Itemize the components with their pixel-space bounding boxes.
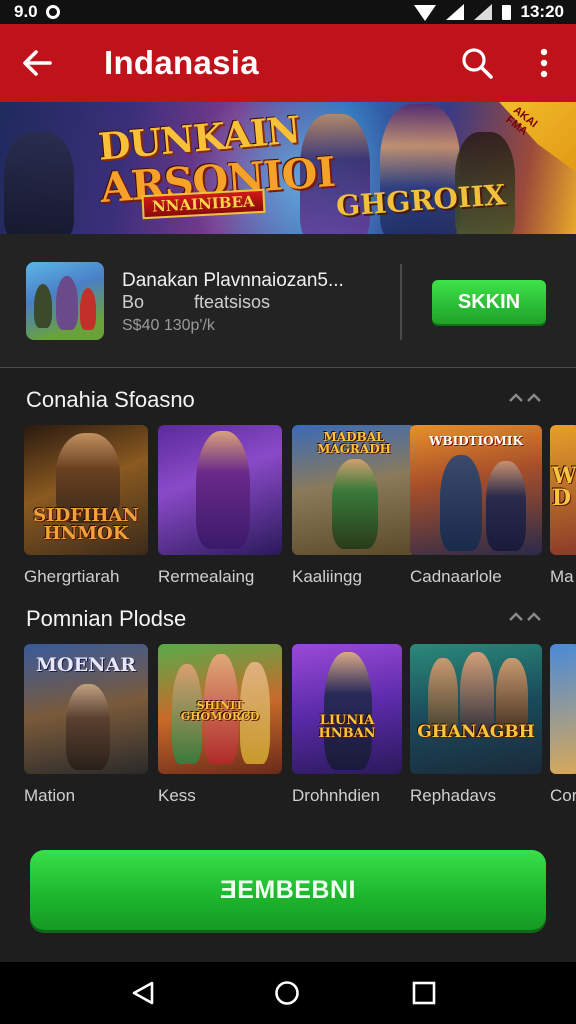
app-card-art: LIUNIA HNBAN bbox=[292, 644, 402, 774]
thumb-figure bbox=[80, 288, 96, 330]
app-card-label: Cadnaarlole bbox=[410, 567, 502, 586]
install-button[interactable]: SKKIN bbox=[432, 280, 546, 324]
thumb-figure bbox=[34, 284, 52, 328]
app-card-label: Mation bbox=[24, 786, 76, 805]
card-logo-text: LIUNIA HNBAN bbox=[318, 713, 376, 741]
app-card-label: Cor bbox=[550, 786, 576, 805]
divider bbox=[400, 264, 402, 340]
app-row: SIDFIHAN HNMOK Ghergrtiarah Rermealaing … bbox=[24, 425, 576, 605]
app-card[interactable]: WBIDTIOMIK Cadnaarlole bbox=[410, 425, 542, 587]
featured-app-thumbnail[interactable] bbox=[26, 262, 104, 340]
app-card-art bbox=[550, 644, 576, 774]
app-card-art: SIDFIHAN HNMOK bbox=[24, 425, 148, 555]
app-card-label: Kess bbox=[158, 786, 196, 805]
page-title: Indanasia bbox=[104, 44, 259, 81]
app-card-label: Kaaliingg bbox=[292, 567, 362, 586]
card-figure bbox=[440, 455, 482, 551]
featured-app-meta: S$40 130p'/k bbox=[122, 317, 215, 334]
app-card-label: Rermealaing bbox=[158, 567, 255, 586]
section-more-icon[interactable] bbox=[508, 608, 542, 628]
back-arrow-icon[interactable] bbox=[20, 46, 54, 80]
app-row: MOENAR Mation SHINIT GHOMORCD Kess LIUNI… bbox=[24, 644, 576, 824]
status-right: 13:20 bbox=[413, 2, 564, 22]
app-card[interactable]: Cor bbox=[550, 644, 576, 806]
card-logo-text: MOENAR bbox=[36, 654, 136, 676]
app-card-art: GHANAGBH bbox=[410, 644, 542, 774]
app-card-art: MADBAL MAGRADH bbox=[292, 425, 416, 555]
app-card[interactable]: LIUNIA HNBAN Drohnhdien bbox=[292, 644, 416, 806]
card-logo-text: WBIDTIOMIK bbox=[429, 434, 523, 448]
app-card[interactable]: MADBAL MAGRADH Kaaliingg bbox=[292, 425, 416, 587]
app-card-art: SHINIT GHOMORCD bbox=[158, 644, 282, 774]
section-title: Pomnian Plodse bbox=[26, 606, 187, 631]
card-figure bbox=[196, 431, 250, 549]
nav-recent-icon[interactable] bbox=[412, 981, 436, 1005]
card-logo-text: MADBAL MAGRADH bbox=[317, 430, 391, 456]
app-card[interactable]: MOENAR Mation bbox=[24, 644, 148, 806]
app-card-label: Rephadavs bbox=[410, 786, 497, 805]
app-card-art: MOENAR bbox=[24, 644, 148, 774]
app-card-label: Ghergrtiarah bbox=[24, 567, 120, 586]
banner-tag: NNAINIBEA bbox=[141, 188, 266, 220]
card-figure bbox=[332, 459, 378, 549]
featured-app-subtitle: Bo fteatsisos bbox=[122, 292, 271, 312]
nav-back-icon[interactable] bbox=[130, 980, 156, 1006]
status-left-text: 9.0 bbox=[14, 2, 38, 21]
app-card-label: Drohnhdien bbox=[292, 786, 380, 805]
section-more-icon[interactable] bbox=[508, 389, 542, 409]
app-card-art bbox=[158, 425, 282, 555]
more-vertical-icon[interactable] bbox=[530, 46, 558, 80]
card-logo-text: GHANAGBH bbox=[417, 722, 535, 742]
status-left: 9.0 bbox=[14, 2, 60, 22]
app-card[interactable]: GHANAGBH Rephadavs bbox=[410, 644, 542, 806]
primary-action-button[interactable]: ƎEMBEBNI bbox=[30, 850, 546, 930]
featured-app-title: Danakan Plavnnaiozan5... bbox=[122, 270, 344, 291]
status-time: 13:20 bbox=[520, 2, 564, 21]
section-title: Conahia Sfoasno bbox=[26, 387, 195, 412]
status-bar: 9.0 13:20 bbox=[0, 0, 576, 24]
card-figure bbox=[66, 684, 110, 770]
app-bar: Indanasia bbox=[0, 24, 576, 102]
banner-figure bbox=[4, 132, 74, 234]
app-card-art: W D bbox=[550, 425, 576, 555]
app-card-label: Ma bbox=[550, 567, 574, 586]
featured-app[interactable]: Danakan Plavnnaiozan5... Bo fteatsisos S… bbox=[0, 234, 576, 368]
thumb-figure bbox=[56, 276, 78, 330]
signal-icon-secondary bbox=[473, 4, 492, 20]
card-figure bbox=[324, 652, 372, 770]
system-nav-bar bbox=[0, 962, 576, 1024]
card-figure bbox=[486, 461, 526, 551]
notification-icon bbox=[45, 5, 60, 19]
signal-icon bbox=[445, 4, 464, 20]
app-card[interactable]: SHINIT GHOMORCD Kess bbox=[158, 644, 282, 806]
app-card[interactable]: Rermealaing bbox=[158, 425, 282, 587]
wifi-icon bbox=[413, 5, 436, 21]
hero-banner[interactable]: DUNKAIN ARSONIOI NNAINIBEA GHGROIIX AKAI… bbox=[0, 102, 576, 234]
battery-icon bbox=[501, 4, 511, 20]
nav-home-icon[interactable] bbox=[274, 980, 300, 1006]
card-logo-text: SHINIT GHOMORCD bbox=[180, 699, 260, 723]
card-logo-text: W D bbox=[552, 463, 576, 511]
card-logo-text: SIDFIHAN HNMOK bbox=[33, 505, 139, 544]
search-icon[interactable] bbox=[460, 46, 494, 80]
app-card[interactable]: SIDFIHAN HNMOK Ghergrtiarah bbox=[24, 425, 148, 587]
app-card-art: WBIDTIOMIK bbox=[410, 425, 542, 555]
app-card[interactable]: W D Ma bbox=[550, 425, 576, 587]
